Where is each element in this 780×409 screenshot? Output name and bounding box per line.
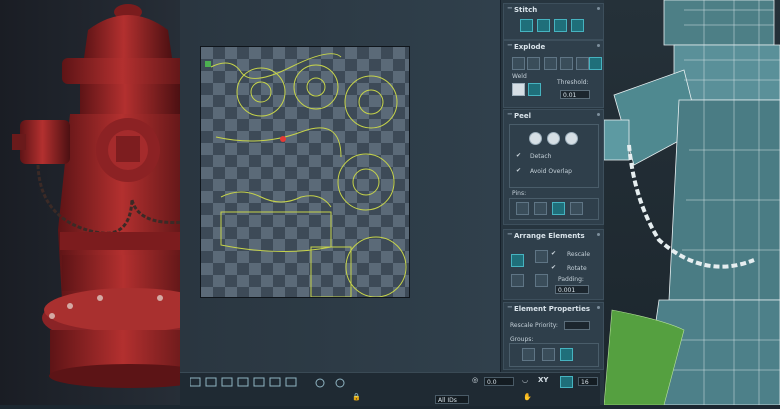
pack-uniform-button[interactable] xyxy=(535,274,548,287)
snap-grid-button[interactable] xyxy=(560,376,573,388)
rescale-checkbox[interactable]: ✔ xyxy=(551,250,556,257)
stitch-rollout-header[interactable]: − Stitch xyxy=(504,4,603,16)
selection-mode-icons xyxy=(190,377,345,388)
material-id-filter[interactable]: All IDs xyxy=(435,395,469,404)
padding-spinner[interactable]: 0.001 xyxy=(555,285,589,294)
weld-all-selected-button[interactable] xyxy=(528,83,541,96)
rescale-label: Rescale xyxy=(567,251,591,258)
uv-editor-canvas[interactable] xyxy=(200,46,410,298)
collapse-icon[interactable]: − xyxy=(507,41,513,49)
peel-title: Peel xyxy=(514,112,532,120)
groups-label: Groups: xyxy=(510,336,534,343)
pin-selected-button[interactable] xyxy=(516,202,529,215)
weld-label: Weld xyxy=(512,73,527,80)
explode-rollout-header[interactable]: − Explode xyxy=(504,41,603,53)
rollout-handle-icon xyxy=(597,44,600,47)
rotate-label: Rotate xyxy=(567,265,587,272)
reset-peel-button[interactable] xyxy=(565,132,578,145)
pins-label: Pins: xyxy=(512,190,527,197)
pack-normalize-button[interactable] xyxy=(511,254,524,267)
detach-checkbox[interactable]: ✔ xyxy=(516,152,521,159)
arrange-elements-rollout-header[interactable]: − Arrange Elements xyxy=(504,230,603,242)
detach-label: Detach xyxy=(530,153,552,160)
unwrap-command-panel: − Stitch − Explode Weld Threshold: 0.01 … xyxy=(500,0,605,405)
rollout-handle-icon xyxy=(597,233,600,236)
peel-mode-button[interactable] xyxy=(547,132,560,145)
uv-islands xyxy=(205,53,407,298)
rollout-handle-icon xyxy=(597,306,600,309)
weld-selected-button[interactable] xyxy=(512,83,525,96)
collapse-icon[interactable]: − xyxy=(507,303,513,311)
pan-hand-icon[interactable]: ✋ xyxy=(523,393,532,401)
rescale-priority-label: Rescale Priority: xyxy=(510,322,558,329)
collapse-icon[interactable]: − xyxy=(507,110,513,118)
pack-custom-button[interactable] xyxy=(535,250,548,263)
threshold-spinner[interactable]: 0.01 xyxy=(560,90,590,99)
avoid-overlap-checkbox[interactable]: ✔ xyxy=(516,167,521,174)
explode-rollout: − Explode Weld Threshold: 0.01 xyxy=(503,40,604,108)
rollout-handle-icon xyxy=(597,7,600,10)
stitch-to-source-button[interactable] xyxy=(520,19,533,32)
element-properties-rollout-header[interactable]: − Element Properties xyxy=(504,303,603,315)
rollout-handle-icon xyxy=(597,113,600,116)
3d-viewport[interactable] xyxy=(603,0,780,406)
threshold-label: Threshold: xyxy=(557,79,589,86)
arc-icon[interactable]: ◡ xyxy=(522,376,528,384)
stitch-custom-button[interactable] xyxy=(571,19,584,32)
auto-pin-moved-button[interactable] xyxy=(552,202,565,215)
angle-field[interactable]: 0.0 xyxy=(484,377,514,386)
element-properties-rollout: − Element Properties Rescale Priority: G… xyxy=(503,302,604,370)
peel-rollout-header[interactable]: − Peel xyxy=(504,110,603,122)
collapse-icon[interactable]: − xyxy=(507,230,513,238)
rotate-checkbox[interactable]: ✔ xyxy=(551,264,556,271)
break-by-smoothing-groups-button[interactable] xyxy=(527,57,540,70)
lock-icon[interactable]: 🔒 xyxy=(352,393,361,401)
padding-label: Padding: xyxy=(558,276,584,283)
break-button[interactable] xyxy=(576,57,589,70)
pack-together-button[interactable] xyxy=(511,274,524,287)
wireframe-hydrant-model xyxy=(603,0,780,406)
peel-rollout: − Peel ✔ Detach ✔ Avoid Overlap Pins: xyxy=(503,109,604,225)
avoid-overlap-label: Avoid Overlap xyxy=(530,168,572,175)
rescale-priority-spinner[interactable] xyxy=(564,321,590,330)
stitch-title: Stitch xyxy=(514,6,538,14)
stitch-to-average-button[interactable] xyxy=(537,19,550,32)
collapse-icon[interactable]: − xyxy=(507,4,513,12)
element-properties-title: Element Properties xyxy=(514,305,590,313)
quick-peel-button[interactable] xyxy=(529,132,542,145)
select-pinned-button[interactable] xyxy=(570,202,583,215)
select-groups-button[interactable] xyxy=(560,348,573,361)
xy-toggle[interactable]: XY xyxy=(538,376,548,384)
stitch-to-target-button[interactable] xyxy=(554,19,567,32)
uv-editor-bottom-toolbar: ◎ 0.0 ◡ XY 16 🔒 All IDs ✋ xyxy=(180,372,600,406)
arrange-elements-title: Arrange Elements xyxy=(514,232,585,240)
rotate-angle-icon[interactable]: ◎ xyxy=(472,376,478,384)
arrange-elements-rollout: − Arrange Elements ✔ Rescale ✔ Rotate Pa… xyxy=(503,229,604,300)
flatten-custom-button[interactable] xyxy=(589,57,602,70)
flatten-by-polygon-angle-button[interactable] xyxy=(544,57,557,70)
ungroup-selected-button[interactable] xyxy=(542,348,555,361)
group-selected-button[interactable] xyxy=(522,348,535,361)
break-by-polygon-groups-button[interactable] xyxy=(512,57,525,70)
explode-title: Explode xyxy=(514,43,546,51)
unpin-selected-button[interactable] xyxy=(534,202,547,215)
flatten-by-material-ids-button[interactable] xyxy=(560,57,573,70)
stitch-rollout: − Stitch xyxy=(503,3,604,40)
grid-count-field[interactable]: 16 xyxy=(578,377,598,386)
